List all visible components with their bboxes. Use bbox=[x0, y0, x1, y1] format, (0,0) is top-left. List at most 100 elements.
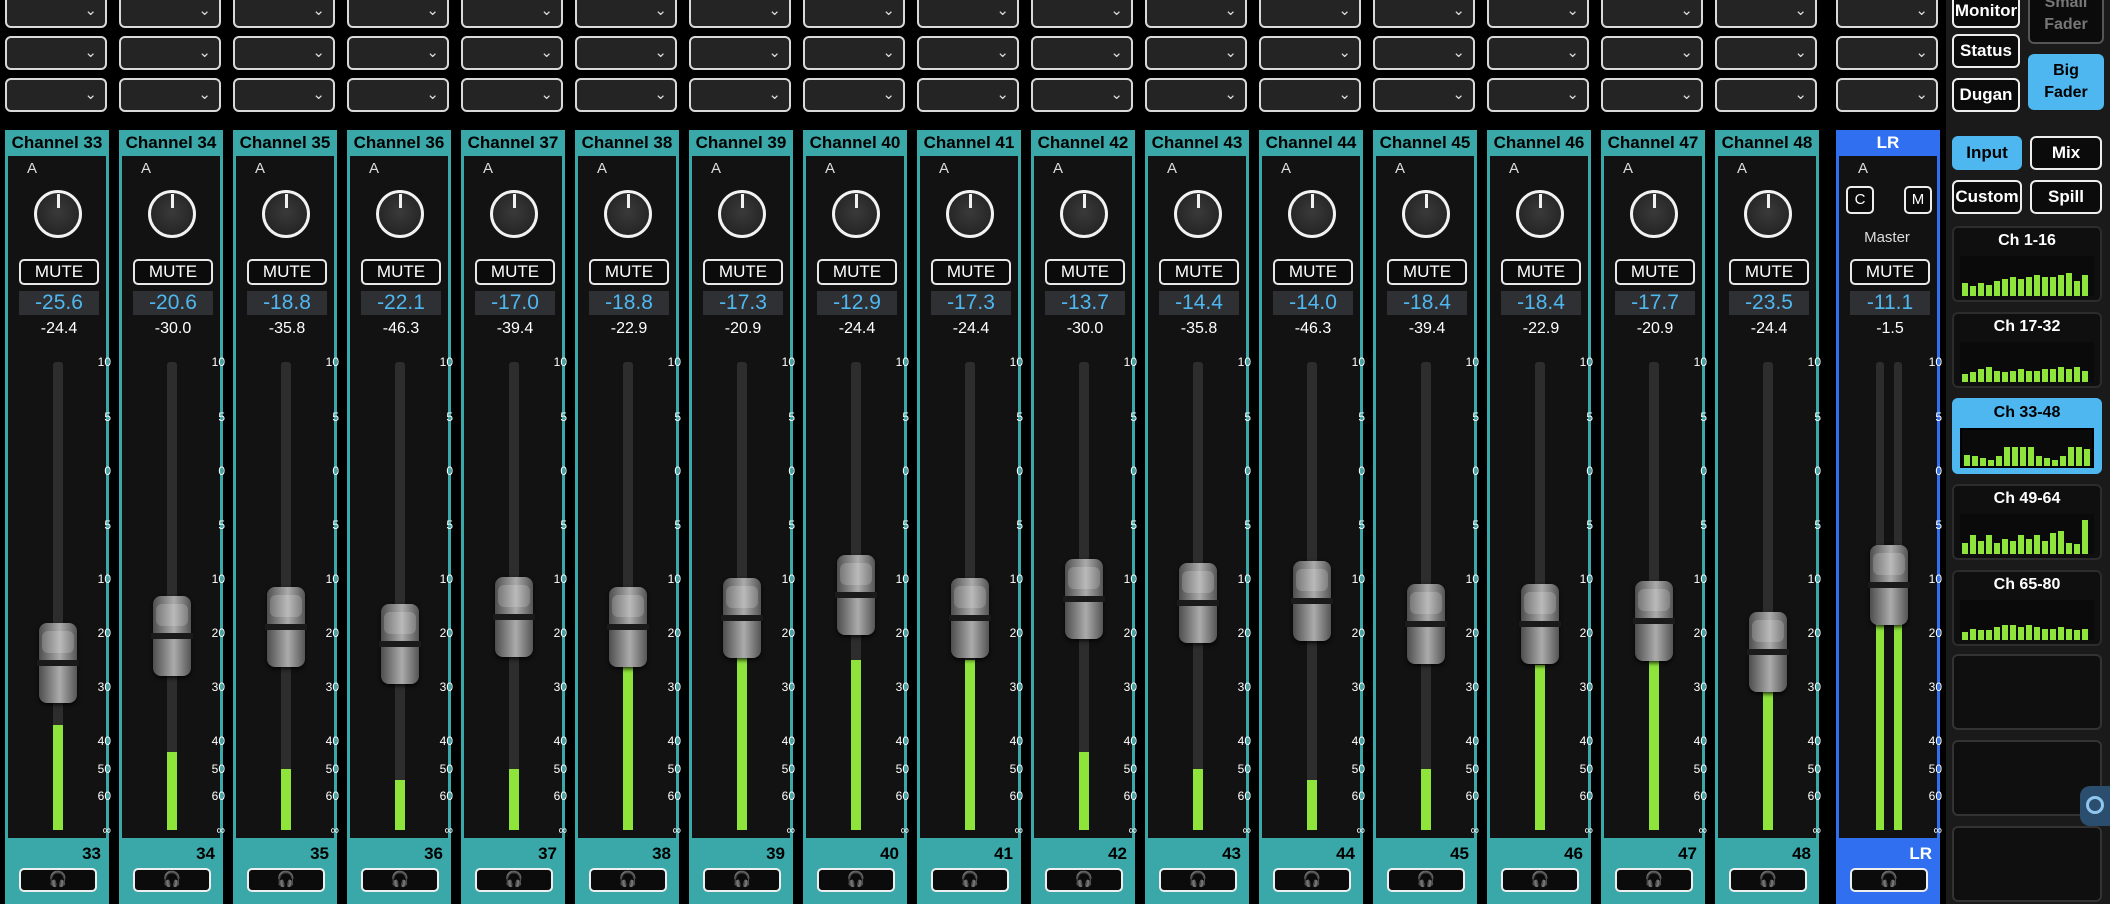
fader-handle[interactable] bbox=[493, 576, 535, 657]
strip-dropdown[interactable]: ⌄ bbox=[461, 78, 563, 112]
strip-dropdown[interactable]: ⌄ bbox=[917, 36, 1019, 70]
fader-handle[interactable] bbox=[1177, 562, 1219, 643]
mute-button[interactable]: MUTE bbox=[817, 259, 897, 285]
mute-button[interactable]: MUTE bbox=[475, 259, 555, 285]
headphones-button[interactable]: 🎧 bbox=[247, 868, 325, 892]
fader-handle[interactable] bbox=[607, 586, 649, 667]
fader-handle[interactable] bbox=[1868, 544, 1910, 625]
strip-dropdown[interactable]: ⌄ bbox=[1259, 0, 1361, 28]
pan-knob[interactable] bbox=[832, 190, 880, 238]
pan-knob[interactable] bbox=[604, 190, 652, 238]
strip-dropdown[interactable]: ⌄ bbox=[1601, 0, 1703, 28]
bank-slot-empty[interactable] bbox=[1952, 826, 2102, 902]
pan-knob[interactable] bbox=[1630, 190, 1678, 238]
strip-name[interactable]: Channel 34 bbox=[119, 130, 223, 156]
strip-dropdown[interactable]: ⌄ bbox=[347, 0, 449, 28]
headphones-button[interactable]: 🎧 bbox=[703, 868, 781, 892]
strip-dropdown[interactable]: ⌄ bbox=[1836, 0, 1938, 28]
strip-dropdown[interactable]: ⌄ bbox=[575, 78, 677, 112]
pan-knob[interactable] bbox=[1744, 190, 1792, 238]
strip-dropdown[interactable]: ⌄ bbox=[1145, 78, 1247, 112]
fader-handle[interactable] bbox=[1747, 611, 1789, 692]
strip-dropdown[interactable]: ⌄ bbox=[1145, 0, 1247, 28]
fader-handle[interactable] bbox=[1405, 584, 1447, 665]
strip-dropdown[interactable]: ⌄ bbox=[1373, 78, 1475, 112]
strip-dropdown[interactable]: ⌄ bbox=[461, 0, 563, 28]
bank-button[interactable]: Ch 1-16 bbox=[1952, 226, 2102, 302]
strip-name[interactable]: Channel 39 bbox=[689, 130, 793, 156]
mute-button[interactable]: MUTE bbox=[133, 259, 213, 285]
headphones-button[interactable]: 🎧 bbox=[361, 868, 439, 892]
pan-knob[interactable] bbox=[946, 190, 994, 238]
bank-button[interactable]: Ch 17-32 bbox=[1952, 312, 2102, 388]
fader-handle[interactable] bbox=[1063, 558, 1105, 639]
fader-handle[interactable] bbox=[1519, 584, 1561, 665]
pan-knob[interactable] bbox=[1060, 190, 1108, 238]
pan-knob[interactable] bbox=[1402, 190, 1450, 238]
strip-dropdown[interactable]: ⌄ bbox=[1031, 78, 1133, 112]
headphones-button[interactable]: 🎧 bbox=[817, 868, 895, 892]
headphones-button[interactable]: 🎧 bbox=[1387, 868, 1465, 892]
strip-dropdown[interactable]: ⌄ bbox=[1487, 0, 1589, 28]
strip-name[interactable]: Channel 46 bbox=[1487, 130, 1591, 156]
strip-name[interactable]: Channel 37 bbox=[461, 130, 565, 156]
mute-button[interactable]: MUTE bbox=[247, 259, 327, 285]
strip-name[interactable]: Channel 33 bbox=[5, 130, 109, 156]
strip-dropdown[interactable]: ⌄ bbox=[1487, 36, 1589, 70]
pan-knob[interactable] bbox=[376, 190, 424, 238]
pan-knob[interactable] bbox=[490, 190, 538, 238]
strip-dropdown[interactable]: ⌄ bbox=[347, 36, 449, 70]
strip-name[interactable]: Channel 40 bbox=[803, 130, 907, 156]
strip-dropdown[interactable]: ⌄ bbox=[803, 0, 905, 28]
headphones-button[interactable]: 🎧 bbox=[133, 868, 211, 892]
mute-button[interactable]: MUTE bbox=[589, 259, 669, 285]
strip-dropdown[interactable]: ⌄ bbox=[1715, 78, 1817, 112]
mute-button[interactable]: MUTE bbox=[19, 259, 99, 285]
strip-dropdown[interactable]: ⌄ bbox=[233, 0, 335, 28]
strip-dropdown[interactable]: ⌄ bbox=[233, 78, 335, 112]
strip-dropdown[interactable]: ⌄ bbox=[1145, 36, 1247, 70]
pan-knob[interactable] bbox=[718, 190, 766, 238]
strip-dropdown[interactable]: ⌄ bbox=[119, 36, 221, 70]
mute-button[interactable]: MUTE bbox=[1850, 259, 1930, 285]
strip-dropdown[interactable]: ⌄ bbox=[461, 36, 563, 70]
strip-dropdown[interactable]: ⌄ bbox=[803, 78, 905, 112]
small-fader-button[interactable]: Small Fader bbox=[2028, 0, 2104, 44]
strip-name[interactable]: LR bbox=[1836, 130, 1940, 156]
strip-name[interactable]: Channel 41 bbox=[917, 130, 1021, 156]
headphones-button[interactable]: 🎧 bbox=[1159, 868, 1237, 892]
strip-dropdown[interactable]: ⌄ bbox=[1836, 78, 1938, 112]
strip-dropdown[interactable]: ⌄ bbox=[1715, 0, 1817, 28]
strip-dropdown[interactable]: ⌄ bbox=[575, 36, 677, 70]
strip-dropdown[interactable]: ⌄ bbox=[119, 78, 221, 112]
fader-handle[interactable] bbox=[721, 578, 763, 659]
strip-name[interactable]: Channel 38 bbox=[575, 130, 679, 156]
mute-button[interactable]: MUTE bbox=[931, 259, 1011, 285]
strip-name[interactable]: Channel 36 bbox=[347, 130, 451, 156]
strip-dropdown[interactable]: ⌄ bbox=[917, 0, 1019, 28]
m-button[interactable]: M bbox=[1904, 186, 1932, 214]
mute-button[interactable]: MUTE bbox=[361, 259, 441, 285]
strip-dropdown[interactable]: ⌄ bbox=[1031, 0, 1133, 28]
fader-handle[interactable] bbox=[151, 596, 193, 677]
headphones-button[interactable]: 🎧 bbox=[1501, 868, 1579, 892]
strip-dropdown[interactable]: ⌄ bbox=[1259, 78, 1361, 112]
headphones-button[interactable]: 🎧 bbox=[475, 868, 553, 892]
strip-dropdown[interactable]: ⌄ bbox=[1601, 36, 1703, 70]
pan-knob[interactable] bbox=[1516, 190, 1564, 238]
mute-button[interactable]: MUTE bbox=[1729, 259, 1809, 285]
mute-button[interactable]: MUTE bbox=[1045, 259, 1125, 285]
bank-button[interactable]: Ch 65-80 bbox=[1952, 570, 2102, 646]
strip-dropdown[interactable]: ⌄ bbox=[347, 78, 449, 112]
pan-knob[interactable] bbox=[34, 190, 82, 238]
strip-dropdown[interactable]: ⌄ bbox=[233, 36, 335, 70]
strip-name[interactable]: Channel 47 bbox=[1601, 130, 1705, 156]
strip-dropdown[interactable]: ⌄ bbox=[1601, 78, 1703, 112]
mute-button[interactable]: MUTE bbox=[1159, 259, 1239, 285]
strip-dropdown[interactable]: ⌄ bbox=[1487, 78, 1589, 112]
fader-handle[interactable] bbox=[265, 586, 307, 667]
mute-button[interactable]: MUTE bbox=[1615, 259, 1695, 285]
monitor-button[interactable]: Monitor bbox=[1952, 0, 2020, 28]
pan-knob[interactable] bbox=[262, 190, 310, 238]
strip-name[interactable]: Channel 48 bbox=[1715, 130, 1819, 156]
